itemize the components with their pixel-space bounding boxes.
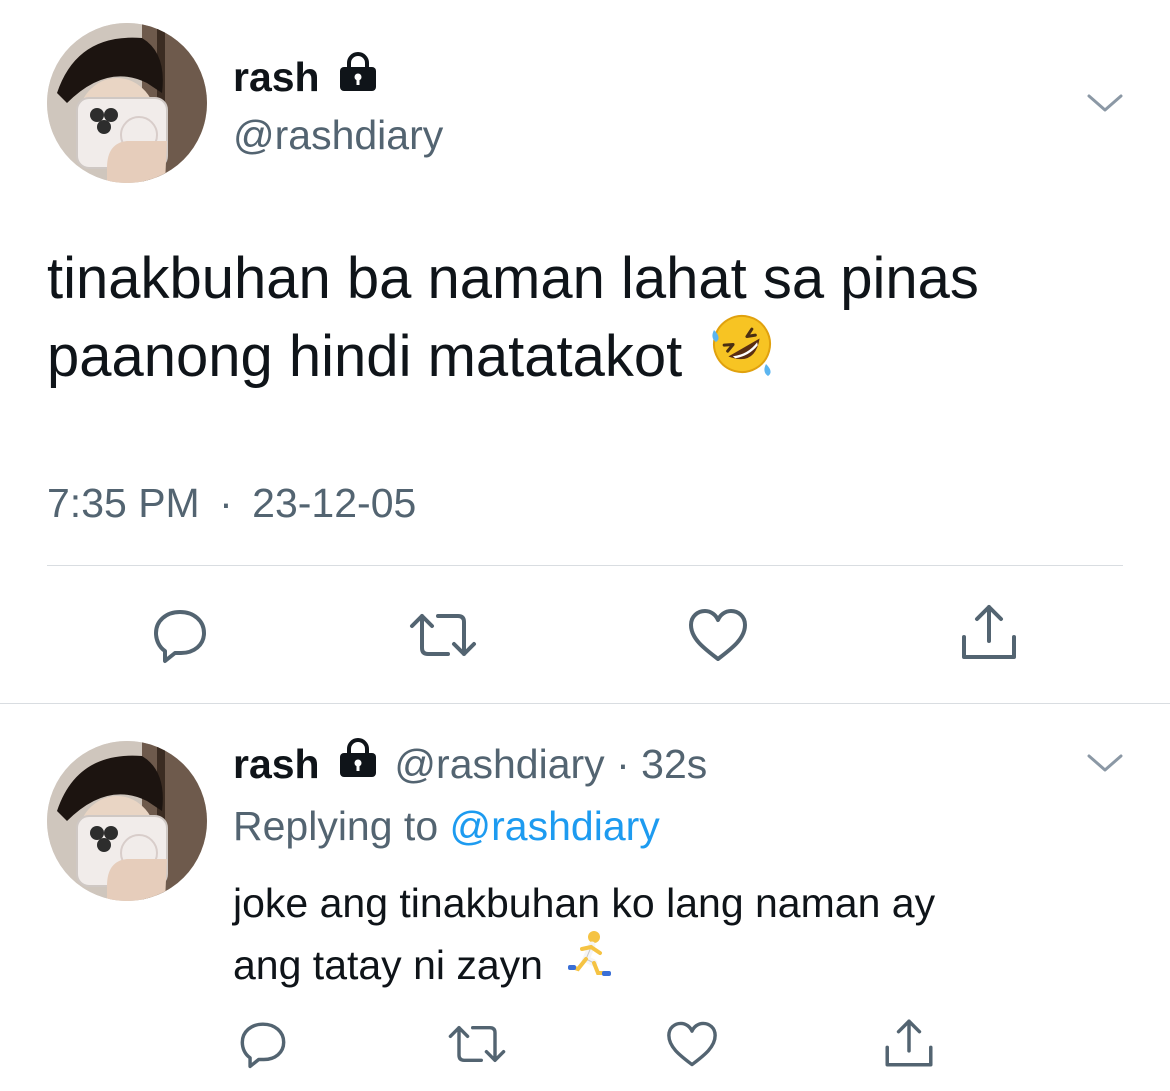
display-name-row: rash [233, 51, 379, 103]
tweet-age[interactable]: 32s [641, 741, 707, 787]
tweet-text-line-content: paanong hindi matatakot [47, 324, 683, 389]
divider [47, 565, 1123, 566]
reply-icon[interactable] [150, 605, 210, 665]
like-icon[interactable] [686, 605, 750, 665]
chevron-down-icon[interactable] [1085, 748, 1125, 783]
replying-to: Replying to @rashdiary [233, 800, 660, 852]
replying-to-link[interactable]: @rashdiary [450, 803, 660, 849]
rolling-laughing-emoji-icon [708, 310, 776, 398]
tweet-time: 7:35 PM [47, 480, 200, 526]
lock-icon [337, 738, 379, 790]
lock-icon [337, 51, 379, 103]
avatar-image [47, 23, 207, 183]
reply-header: rash @rashdiary · 32s [233, 738, 707, 790]
tweet-text-line: tinakbuhan ba naman lahat sa pinas [47, 246, 979, 311]
avatar-image [47, 741, 207, 901]
reply-text-line: joke ang tinakbuhan ko lang naman ay [233, 880, 936, 926]
tweet-separator [0, 703, 1170, 704]
retweet-icon[interactable] [408, 605, 478, 665]
display-name[interactable]: rash [233, 741, 320, 787]
retweet-icon[interactable] [446, 1018, 508, 1070]
handle[interactable]: @rashdiary [394, 741, 604, 787]
share-icon[interactable] [957, 600, 1021, 664]
reply-text-line-2: ang tatay ni zayn [233, 930, 935, 998]
timestamp[interactable]: 7:35 PM · 23-12-05 [47, 478, 416, 528]
handle[interactable]: @rashdiary [233, 110, 443, 160]
share-icon[interactable] [880, 1014, 938, 1072]
tweet-text: tinakbuhan ba naman lahat sa pinas paano… [47, 240, 979, 398]
replying-prefix: Replying to [233, 803, 439, 849]
separator-dot: · [219, 480, 233, 526]
like-icon[interactable] [664, 1018, 720, 1070]
reply-text-line-content: ang tatay ni zayn [233, 942, 543, 988]
chevron-down-icon[interactable] [1085, 88, 1125, 123]
tweet-date: 23-12-05 [252, 480, 417, 526]
tweet-text-line-2: paanong hindi matatakot [47, 314, 979, 398]
reply-icon[interactable] [236, 1018, 290, 1070]
reply-text: joke ang tinakbuhan ko lang naman ay ang… [233, 872, 935, 998]
separator-dot: · [616, 741, 630, 787]
display-name[interactable]: rash [233, 54, 320, 100]
avatar[interactable] [47, 741, 207, 901]
person-running-emoji-icon [564, 929, 616, 998]
avatar[interactable] [47, 23, 207, 183]
